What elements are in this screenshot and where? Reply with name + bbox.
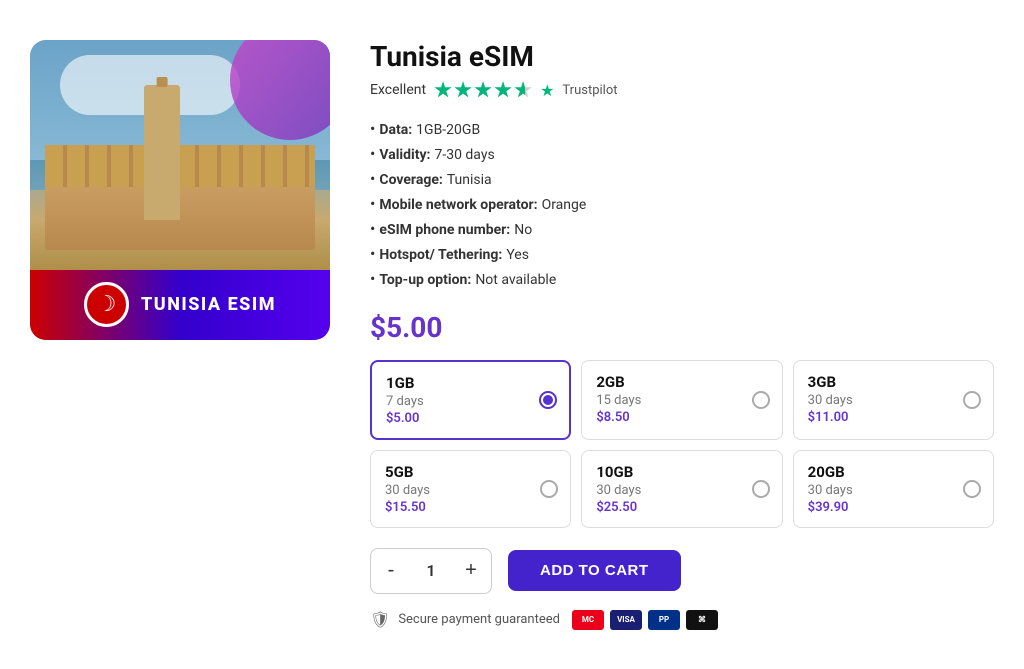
plan-1gb-name: 1GB [386, 374, 555, 392]
tunisia-flag-icon: ☽ [84, 282, 129, 327]
plan-3gb[interactable]: 3GB 30 days $11.00 [793, 360, 994, 440]
spec-hotspot-label: Hotspot/ Tethering: [379, 247, 502, 263]
plan-10gb[interactable]: 10GB 30 days $25.50 [581, 450, 782, 528]
spec-hotspot-value: Yes [506, 247, 529, 263]
plan-3gb-radio[interactable] [963, 391, 981, 409]
quantity-control[interactable]: - 1 + [370, 548, 492, 594]
star-3 [474, 81, 492, 99]
spec-validity-value: 7-30 days [434, 147, 494, 163]
product-image-wrapper: ☽ TUNISIA ESIM [30, 40, 330, 340]
plan-3gb-name: 3GB [808, 373, 979, 391]
plan-2gb-radio[interactable] [752, 391, 770, 409]
spec-validity-label: Validity: [379, 147, 430, 163]
plan-1gb[interactable]: 1GB 7 days $5.00 [370, 360, 571, 440]
product-title: Tunisia eSIM [370, 40, 994, 73]
spec-topup-value: Not available [475, 272, 556, 288]
plan-20gb-name: 20GB [808, 463, 979, 481]
plan-5gb-days: 30 days [385, 483, 556, 498]
plan-1gb-radio[interactable] [539, 391, 557, 409]
plan-3gb-price: $11.00 [808, 410, 979, 425]
product-image: ☽ TUNISIA ESIM [30, 40, 330, 340]
rating-label: Excellent [370, 82, 426, 98]
apple-pay-icon: ⌘ [686, 610, 718, 630]
spec-operator-label: Mobile network operator: [379, 197, 537, 213]
image-ruins [45, 145, 315, 250]
spec-phone-number-label: eSIM phone number: [379, 222, 510, 238]
cart-row: - 1 + ADD TO CART [370, 548, 994, 594]
spec-hotspot: Hotspot/ Tethering: Yes [370, 241, 994, 266]
add-to-cart-button[interactable]: ADD TO CART [508, 550, 681, 591]
plan-3gb-days: 30 days [808, 393, 979, 408]
image-minaret [144, 85, 180, 220]
plan-2gb-days: 15 days [596, 393, 767, 408]
quantity-increase-button[interactable]: + [451, 549, 491, 593]
paypal-icon: PP [648, 610, 680, 630]
star-4 [494, 81, 512, 99]
star-1 [434, 81, 452, 99]
plan-5gb[interactable]: 5GB 30 days $15.50 [370, 450, 571, 528]
quantity-decrease-button[interactable]: - [371, 549, 411, 593]
plan-10gb-days: 30 days [596, 483, 767, 498]
image-banner-text: TUNISIA ESIM [141, 294, 276, 315]
star-rating [434, 81, 532, 99]
plan-10gb-radio[interactable] [752, 480, 770, 498]
plan-5gb-price: $15.50 [385, 500, 556, 515]
plans-grid[interactable]: 1GB 7 days $5.00 2GB 15 days $8.50 3GB 3… [370, 360, 994, 528]
spec-phone-number-value: No [514, 222, 532, 238]
plan-5gb-radio[interactable] [540, 480, 558, 498]
spec-topup-label: Top-up option: [379, 272, 471, 288]
plan-10gb-price: $25.50 [596, 500, 767, 515]
spec-data-value: 1GB-20GB [416, 122, 480, 138]
spec-validity: Validity: 7-30 days [370, 141, 994, 166]
plan-2gb[interactable]: 2GB 15 days $8.50 [581, 360, 782, 440]
rating-row: Excellent ★ Trustpilot [370, 81, 994, 100]
plan-20gb-days: 30 days [808, 483, 979, 498]
price-display: $5.00 [370, 311, 994, 344]
shield-icon: 🛡 [370, 610, 390, 629]
secure-payment-label: Secure payment guaranteed [398, 612, 560, 627]
mastercard-icon: MC [572, 610, 604, 630]
plan-2gb-price: $8.50 [596, 410, 767, 425]
visa-icon: VISA [610, 610, 642, 630]
plan-1gb-price: $5.00 [386, 411, 555, 426]
spec-phone-number: eSIM phone number: No [370, 216, 994, 241]
plan-20gb-radio[interactable] [963, 480, 981, 498]
secure-payment-row: 🛡 Secure payment guaranteed MC VISA PP ⌘ [370, 610, 994, 630]
spec-topup: Top-up option: Not available [370, 266, 994, 291]
product-details: Tunisia eSIM Excellent ★ Trustpilot Data… [370, 40, 994, 630]
payment-icons: MC VISA PP ⌘ [572, 610, 718, 630]
plan-20gb-price: $39.90 [808, 500, 979, 515]
star-5-half [514, 81, 532, 99]
plan-20gb[interactable]: 20GB 30 days $39.90 [793, 450, 994, 528]
spec-operator: Mobile network operator: Orange [370, 191, 994, 216]
plan-1gb-days: 7 days [386, 394, 555, 409]
spec-coverage: Coverage: Tunisia [370, 166, 994, 191]
plan-10gb-name: 10GB [596, 463, 767, 481]
spec-data: Data: 1GB-20GB [370, 116, 994, 141]
quantity-value: 1 [411, 561, 451, 580]
image-banner: ☽ TUNISIA ESIM [30, 270, 330, 340]
specs-list: Data: 1GB-20GB Validity: 7-30 days Cover… [370, 116, 994, 291]
plan-2gb-name: 2GB [596, 373, 767, 391]
trustpilot-label: Trustpilot [562, 83, 617, 98]
star-2 [454, 81, 472, 99]
product-page: ☽ TUNISIA ESIM Tunisia eSIM Excellent ★ … [0, 10, 1024, 660]
trustpilot-star-icon: ★ [540, 81, 554, 100]
spec-operator-value: Orange [542, 197, 587, 213]
spec-coverage-label: Coverage: [379, 172, 442, 188]
spec-coverage-value: Tunisia [447, 172, 492, 188]
plan-5gb-name: 5GB [385, 463, 556, 481]
spec-data-label: Data: [379, 122, 412, 138]
